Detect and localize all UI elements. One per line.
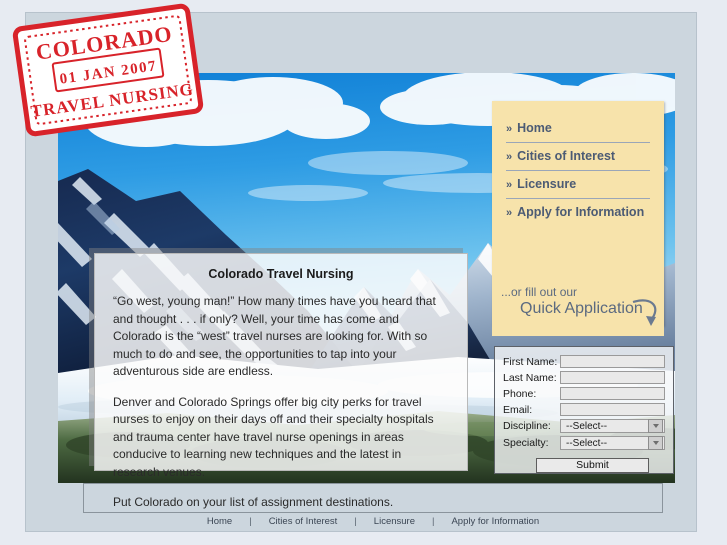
footer-navigation: Home | Cities of Interest | Licensure | … xyxy=(83,514,663,528)
sidebar-item-label: Licensure xyxy=(517,177,577,191)
footer-link-apply-for-information[interactable]: Apply for Information xyxy=(451,516,539,527)
first-name-field[interactable] xyxy=(560,355,665,368)
quick-application-form: First Name: Last Name: Phone: Email: Dis… xyxy=(494,346,674,474)
page-frame: Colorado Travel Nursing “Go west, young … xyxy=(25,12,697,532)
quick-application-line-2: Quick Application xyxy=(520,300,643,317)
sidebar-item-label: Home xyxy=(517,121,552,135)
content-paragraph-3: Put Colorado on your list of assignment … xyxy=(113,495,394,509)
specialty-selected-value: --Select-- xyxy=(566,437,608,449)
page-title: Colorado Travel Nursing xyxy=(208,267,354,281)
chevron-right-icon: » xyxy=(506,123,513,135)
sidebar-item-label: Apply for Information xyxy=(517,205,645,219)
quick-application-callout: ...or fill out our Quick Application xyxy=(492,278,664,336)
main-content-box: Colorado Travel Nursing “Go west, young … xyxy=(94,253,468,509)
chevron-right-icon: » xyxy=(506,151,513,163)
submit-button[interactable]: Submit xyxy=(536,458,649,473)
phone-field[interactable] xyxy=(560,387,665,400)
email-field[interactable] xyxy=(560,403,665,416)
chevron-right-icon: » xyxy=(506,179,513,191)
content-paragraph-1: “Go west, young man!” How many times hav… xyxy=(113,294,436,378)
footer-link-cities-of-interest[interactable]: Cities of Interest xyxy=(269,516,338,527)
sidebar-item-home[interactable]: » Home xyxy=(506,115,650,143)
footer-link-home[interactable]: Home xyxy=(207,516,232,527)
chevron-right-icon: » xyxy=(506,207,513,219)
footer-separator: | xyxy=(354,515,357,527)
form-row-first-name: First Name: xyxy=(503,355,665,368)
form-row-phone: Phone: xyxy=(503,387,665,400)
last-name-field[interactable] xyxy=(560,371,665,384)
first-name-label: First Name: xyxy=(503,355,558,368)
form-row-last-name: Last Name: xyxy=(503,371,665,384)
sidebar-item-label: Cities of Interest xyxy=(517,149,616,163)
sidebar-item-apply-for-information[interactable]: » Apply for Information xyxy=(506,199,650,226)
content-paragraph-2: Denver and Colorado Springs offer big ci… xyxy=(113,394,434,479)
quick-application-line-1: ...or fill out our xyxy=(501,285,578,299)
footer-link-licensure[interactable]: Licensure xyxy=(374,516,415,527)
specialty-label: Specialty: xyxy=(503,437,549,449)
specialty-select[interactable]: --Select-- xyxy=(560,436,665,450)
discipline-selected-value: --Select-- xyxy=(566,420,608,432)
email-label: Email: xyxy=(503,403,533,416)
phone-label: Phone: xyxy=(503,387,537,400)
discipline-select[interactable]: --Select-- xyxy=(560,419,665,433)
form-row-discipline: Discipline: --Select-- xyxy=(503,419,665,433)
form-row-email: Email: xyxy=(503,403,665,416)
footer-separator: | xyxy=(249,515,252,527)
last-name-label: Last Name: xyxy=(503,371,557,384)
curved-arrow-icon xyxy=(632,299,657,326)
chevron-down-icon[interactable] xyxy=(648,436,663,450)
sidebar-item-licensure[interactable]: » Licensure xyxy=(506,171,650,199)
sidebar-item-cities-of-interest[interactable]: » Cities of Interest xyxy=(506,143,650,171)
form-row-specialty: Specialty: --Select-- xyxy=(503,436,665,450)
footer-separator: | xyxy=(432,515,435,527)
chevron-down-icon[interactable] xyxy=(648,419,663,433)
discipline-label: Discipline: xyxy=(503,420,551,432)
